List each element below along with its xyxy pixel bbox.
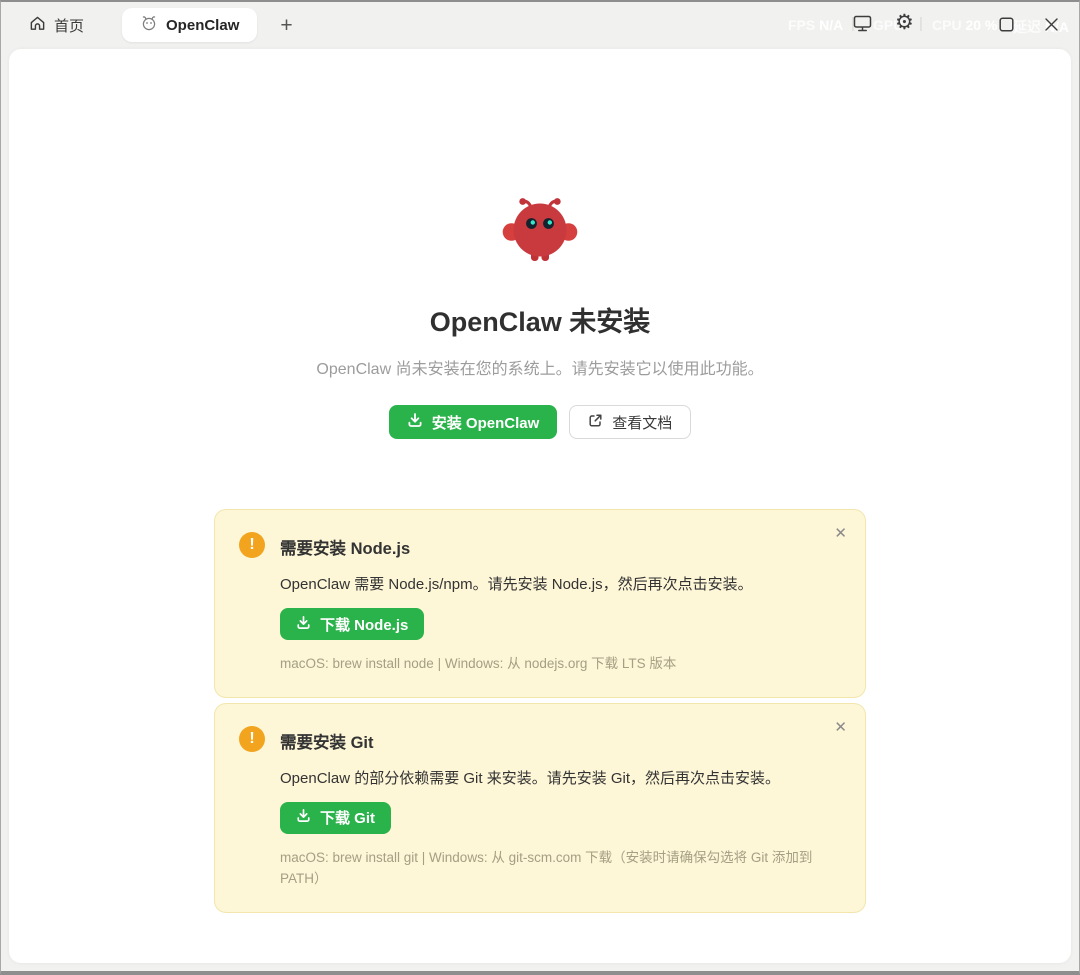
- view-docs-label: 查看文档: [612, 412, 672, 433]
- new-tab-button[interactable]: +: [274, 13, 298, 38]
- download-nodejs-label: 下载 Node.js: [320, 614, 408, 635]
- gear-icon[interactable]: ⚙: [895, 12, 914, 33]
- warning-icon: !: [239, 532, 265, 558]
- main-content: OpenClaw 未安装 OpenClaw 尚未安装在您的系统上。请先安装它以使…: [9, 49, 1071, 963]
- tab-openclaw[interactable]: OpenClaw: [122, 8, 257, 42]
- action-buttons: 安装 OpenClaw 查看文档: [389, 405, 692, 439]
- warning-icon: !: [239, 726, 265, 752]
- download-git-button[interactable]: 下载 Git: [280, 802, 391, 834]
- install-openclaw-button[interactable]: 安装 OpenClaw: [389, 405, 558, 439]
- alert-body: OpenClaw 的部分依赖需要 Git 来安装。请先安装 Git，然后再次点击…: [280, 767, 841, 788]
- alert-close-icon[interactable]: ✕: [834, 720, 847, 735]
- openclaw-mascot-logo: [502, 195, 578, 270]
- download-nodejs-button[interactable]: 下载 Node.js: [280, 608, 424, 640]
- tab-label: OpenClaw: [166, 17, 239, 34]
- home-icon: [29, 15, 46, 36]
- alert-body: OpenClaw 需要 Node.js/npm。请先安装 Node.js，然后再…: [280, 573, 841, 594]
- download-icon: [407, 412, 423, 432]
- mascot-icon: [140, 15, 158, 35]
- page-subtitle: OpenClaw 尚未安装在您的系统上。请先安装它以使用此功能。: [316, 355, 763, 379]
- titlebar: 首页 OpenClaw + FPS N/A | GPU | CPU 20 % 延…: [1, 2, 1079, 48]
- alert-title: 需要安装 Git: [280, 726, 841, 753]
- external-link-icon: [588, 413, 603, 432]
- cpu-stat: CPU 20 %: [932, 17, 997, 33]
- download-icon: [296, 808, 311, 827]
- alert-card-nodejs: ✕ ! 需要安装 Node.js OpenClaw 需要 Node.js/npm…: [214, 509, 866, 698]
- view-docs-button[interactable]: 查看文档: [569, 405, 691, 439]
- close-icon[interactable]: [1044, 17, 1059, 37]
- page-title: OpenClaw 未安装: [430, 300, 651, 339]
- home-label: 首页: [54, 15, 84, 36]
- alert-title: 需要安装 Node.js: [280, 532, 841, 559]
- install-openclaw-label: 安装 OpenClaw: [432, 412, 540, 433]
- home-nav-item[interactable]: 首页: [29, 15, 84, 36]
- stat-divider: |: [919, 15, 923, 32]
- alert-hint: macOS: brew install node | Windows: 从 no…: [280, 654, 820, 675]
- maximize-icon[interactable]: [999, 17, 1014, 37]
- alerts-list: ✕ ! 需要安装 Node.js OpenClaw 需要 Node.js/npm…: [214, 509, 866, 913]
- alert-card-git: ✕ ! 需要安装 Git OpenClaw 的部分依赖需要 Git 来安装。请先…: [214, 703, 866, 913]
- download-icon: [296, 615, 311, 634]
- latency-stat: 延迟 N/A: [1013, 17, 1069, 37]
- alert-hint: macOS: brew install git | Windows: 从 git…: [280, 848, 820, 890]
- app-window: 首页 OpenClaw + FPS N/A | GPU | CPU 20 % 延…: [0, 0, 1080, 975]
- alert-close-icon[interactable]: ✕: [834, 526, 847, 541]
- download-git-label: 下载 Git: [320, 807, 375, 828]
- fps-stat: FPS N/A: [788, 17, 843, 33]
- monitor-icon[interactable]: [853, 14, 872, 38]
